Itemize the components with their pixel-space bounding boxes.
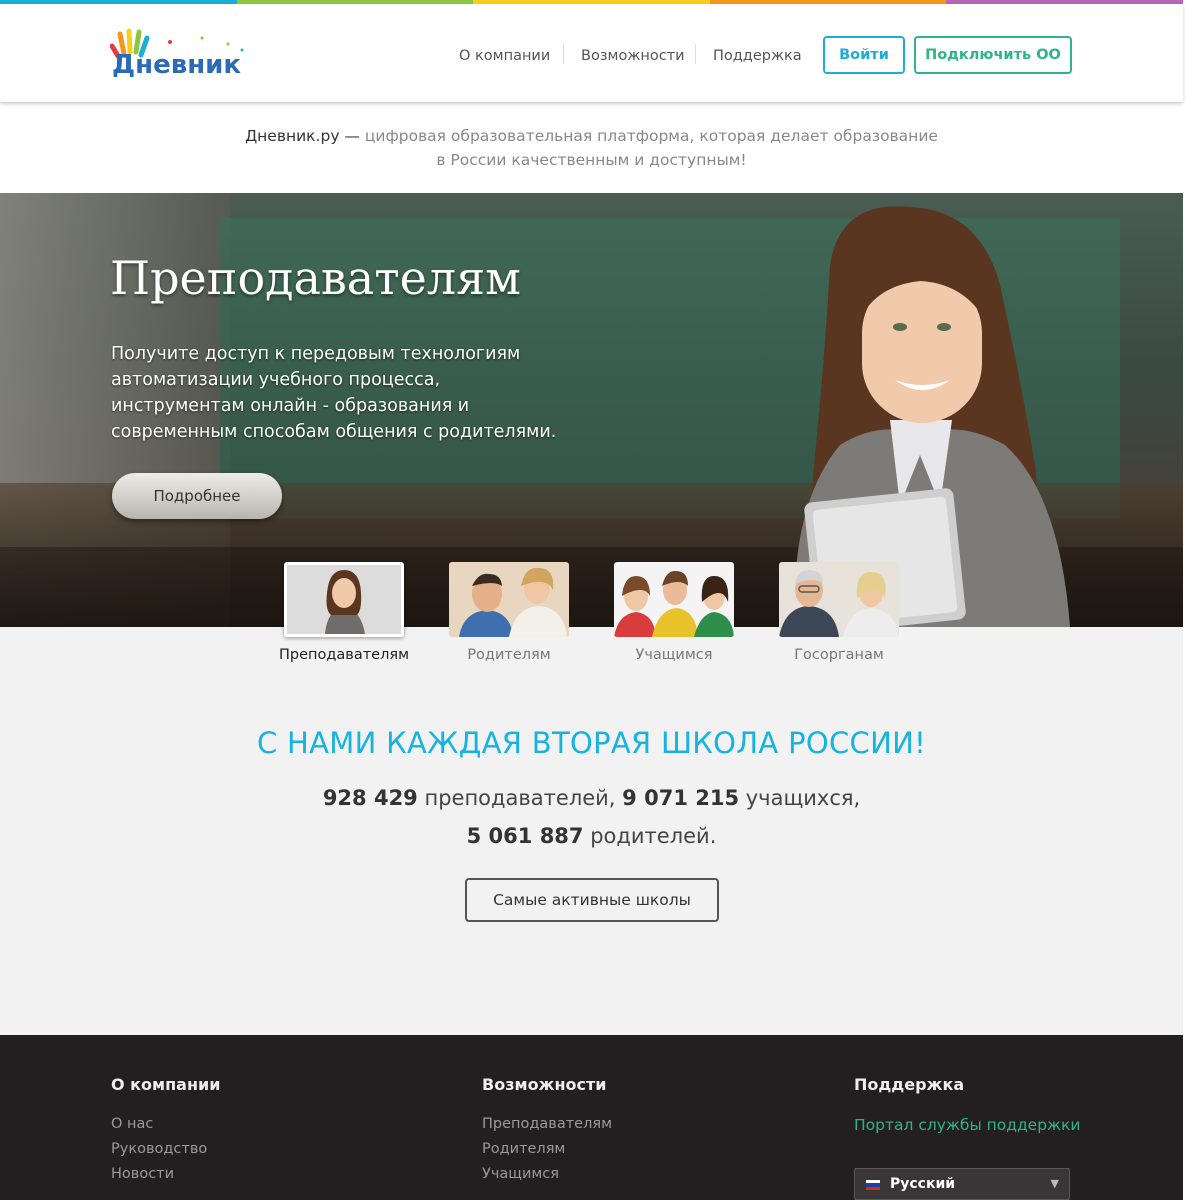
nav-about[interactable]: О компании <box>459 48 550 64</box>
students-thumbnail <box>614 562 734 637</box>
tagline: Дневник.ру — цифровая образовательная пл… <box>0 103 1183 193</box>
nav-features[interactable]: Возможности <box>581 48 685 64</box>
tagline-brand: Дневник.ру — <box>245 127 360 145</box>
tagline-line-2: в России качественным и доступным! <box>436 151 747 169</box>
footer-col-features: Возможности Преподавателям Родителям Уча… <box>482 1075 612 1191</box>
footer-heading: О компании <box>111 1075 221 1094</box>
logo-text[interactable]: Дневник <box>112 50 241 80</box>
most-active-schools-button[interactable]: Самые активные школы <box>465 878 719 922</box>
students-count: 9 071 215 <box>622 786 740 810</box>
footer-link-students[interactable]: Учащимся <box>482 1166 612 1182</box>
hero-more-button[interactable]: Подробнее <box>112 473 282 519</box>
footer-link-parents[interactable]: Родителям <box>482 1141 612 1157</box>
footer-link-teachers[interactable]: Преподавателям <box>482 1116 612 1132</box>
audience-tab-teachers[interactable]: Преподавателям <box>279 562 409 663</box>
government-thumbnail <box>779 562 899 637</box>
nav-divider <box>563 44 564 64</box>
tagline-text: цифровая образовательная платформа, кото… <box>359 127 938 145</box>
tagline-line-1: Дневник.ру — цифровая образовательная пл… <box>0 127 1183 145</box>
parents-label: родителей. <box>583 824 717 848</box>
nav-divider <box>695 44 696 64</box>
language-value: Русский <box>890 1176 956 1192</box>
support-portal-link[interactable]: Портал службы поддержки <box>854 1116 1080 1134</box>
hero-banner: Преподавателям Получите доступ к передов… <box>0 193 1183 627</box>
teachers-thumbnail <box>284 562 404 637</box>
footer-link-news[interactable]: Новости <box>111 1166 220 1182</box>
chevron-down-icon: ▼ <box>1050 1177 1059 1190</box>
audience-tab-students[interactable]: Учащимся <box>609 562 739 663</box>
hero-description: Получите доступ к передовым технологиям … <box>111 344 557 442</box>
footer-col-company: О компании О нас Руководство Новости <box>111 1075 220 1191</box>
hero-title: Преподавателям <box>110 251 521 305</box>
audience-label: Родителям <box>467 647 551 663</box>
parents-count: 5 061 887 <box>466 824 584 848</box>
connect-school-button[interactable]: Подключить ОО <box>914 36 1072 74</box>
footer-heading: Возможности <box>482 1075 607 1094</box>
audience-label: Преподавателям <box>279 647 410 663</box>
site-footer: О компании О нас Руководство Новости Воз… <box>0 1035 1183 1200</box>
footer-link-management[interactable]: Руководство <box>111 1141 220 1157</box>
audience-label: Госорганам <box>794 647 884 663</box>
login-button[interactable]: Войти <box>823 36 905 74</box>
stats-heading: С НАМИ КАЖДАЯ ВТОРАЯ ШКОЛА РОССИИ! <box>256 726 926 760</box>
language-select[interactable]: Русский ▼ <box>854 1168 1070 1200</box>
audience-tab-parents[interactable]: Родителям <box>444 562 574 663</box>
footer-heading: Поддержка <box>854 1075 965 1094</box>
audience-tab-government[interactable]: Госорганам <box>774 562 904 663</box>
nav-support[interactable]: Поддержка <box>713 48 802 64</box>
audience-label: Учащимся <box>635 647 713 663</box>
teachers-count: 928 429 <box>322 786 418 810</box>
students-label: учащихся, <box>739 786 861 810</box>
page-scrollbar[interactable] <box>1183 0 1200 1200</box>
footer-col-support: Поддержка Портал службы поддержки <box>854 1075 1080 1134</box>
stats-line-2: 5 061 887 родителей. <box>0 824 1183 848</box>
stats-line-1: 928 429 преподавателей, 9 071 215 учащих… <box>0 786 1183 810</box>
site-header: Дневник О компании Возможности Поддержка… <box>0 4 1183 102</box>
footer-link-about[interactable]: О нас <box>111 1116 220 1132</box>
teachers-label: преподавателей, <box>417 786 623 810</box>
parents-thumbnail <box>449 562 569 637</box>
russian-flag-icon <box>866 1180 880 1190</box>
